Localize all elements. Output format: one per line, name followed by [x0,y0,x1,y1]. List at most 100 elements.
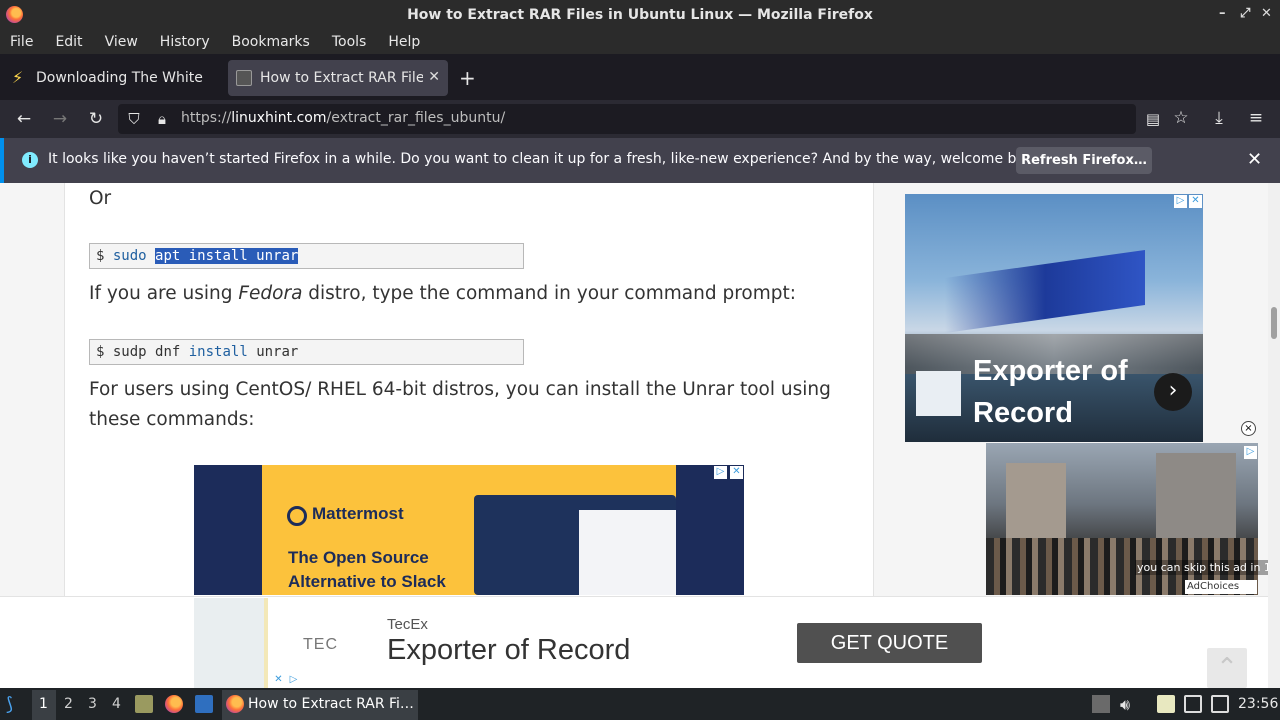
adchoices-label[interactable]: AdChoices [1185,580,1257,594]
updates-icon[interactable] [1092,695,1110,713]
adchoices-icon[interactable]: ▷ [1174,195,1187,208]
tab-extract-rar[interactable]: How to Extract RAR Files in Ubuntu Linux… [228,60,448,96]
menu-view[interactable]: View [105,34,138,50]
downloads-icon[interactable]: ⤓ [1208,108,1230,128]
site-favicon-icon [236,70,252,86]
shield-icon[interactable]: ⛉ [123,109,145,129]
skip-ad-text: you can skip this ad in 1 [1135,560,1273,575]
firefox-launcher-icon[interactable] [165,695,183,713]
url-path: /extract_rar_files_ubuntu/ [326,110,506,126]
workspace-4[interactable]: 4 [112,696,121,712]
code-command: sudo [112,248,147,264]
lock-icon[interactable]: 🔒︎ [151,109,173,129]
adchoices-icon[interactable]: ▷ [287,674,300,687]
file-manager-icon[interactable] [135,695,153,713]
ad-close-icon[interactable]: ✕ [1189,195,1202,208]
url-text[interactable]: https://linuxhint.com/extract_rar_files_… [181,110,505,126]
menu-tools[interactable]: Tools [332,34,367,50]
tab-downloading[interactable]: ⚡ Downloading The White House [4,60,224,96]
firefox-logo-icon [6,6,23,23]
code-argument: unrar [256,344,299,360]
tab-bar: ⚡ Downloading The White House How to Ext… [0,54,1280,100]
scroll-to-top-button[interactable]: ⌃ [1207,648,1247,688]
close-window-button[interactable]: ✕ [1261,6,1272,21]
menu-history[interactable]: History [160,34,210,50]
code-prompt: $ [96,248,105,264]
workspace-3[interactable]: 3 [88,696,97,712]
bottom-ad-spacer [194,598,264,688]
fedora-pre: If you are using [89,283,239,304]
code-command: sudp dnf [112,344,181,360]
ad-thumbnail [916,371,961,416]
ad-headline[interactable]: Exporter of Record [973,350,1153,434]
mattermost-headline-2: Alternative to Slack [288,572,446,591]
adchoices-icon[interactable]: ▷ [714,466,727,479]
reload-button[interactable]: ↻ [85,109,107,129]
start-menu-icon[interactable]: ⟆ [6,694,24,715]
menu-edit[interactable]: Edit [55,34,82,50]
mattermost-ad[interactable] [194,465,744,595]
code-block-apt: $ sudo apt install unrar [89,243,524,269]
code-block-dnf: $ sudp dnf install unrar [89,339,524,365]
display-icon[interactable] [1184,695,1202,713]
forward-button[interactable]: → [49,109,71,129]
adchoices-icon[interactable]: ▷ [1244,446,1257,459]
menu-bar: File Edit View History Bookmarks Tools H… [0,30,1280,54]
new-tab-button[interactable]: + [459,66,476,90]
info-icon: i [22,152,38,168]
scrollbar-thumb[interactable] [1271,307,1277,339]
code-selected-text: apt install unrar [155,248,299,264]
menu-file[interactable]: File [10,34,33,50]
truck-graphic [945,249,1145,334]
notification-message: It looks like you haven’t started Firefo… [48,151,1047,167]
tab-title: Downloading The White House [36,70,206,86]
url-scheme: https:// [181,110,232,126]
code-keyword: install [188,344,248,360]
taskbar-window-label: How to Extract RAR Fi… [248,696,414,712]
ad-close-icon[interactable]: ✕ [272,674,285,687]
back-button[interactable]: ← [13,109,35,129]
tecex-logo: TEC [303,636,338,653]
notes-icon[interactable] [1157,695,1175,713]
system-taskbar [0,688,1280,720]
terminal-icon[interactable] [195,695,213,713]
chevron-right-icon[interactable]: › [1154,373,1192,411]
mattermost-logo-icon [287,506,307,526]
or-text: Or [89,188,112,209]
mattermost-headline-1: The Open Source [288,548,429,567]
minimize-button[interactable]: – [1219,6,1226,21]
close-video-ad-icon[interactable]: × [1241,421,1256,436]
firefox-window-icon [226,695,244,713]
centos-paragraph-line1: For users using CentOS/ RHEL 64-bit dist… [89,379,831,400]
fedora-post: distro, type the command in your command… [302,283,796,304]
bookmark-star-icon[interactable]: ☆ [1170,108,1192,128]
app-screenshot-panel [579,510,676,595]
clock: 23:56 [1238,696,1279,712]
volume-icon[interactable]: 🔊︎ [1120,695,1138,714]
workspace-2[interactable]: 2 [64,696,73,712]
get-quote-button[interactable]: GET QUOTE [797,623,982,663]
reader-view-icon[interactable]: ▤ [1142,109,1164,129]
window-title: How to Extract RAR Files in Ubuntu Linux… [407,7,873,23]
centos-paragraph-line2: these commands: [89,409,255,430]
menu-bookmarks[interactable]: Bookmarks [232,34,310,50]
hamburger-menu-icon[interactable]: ≡ [1245,108,1267,128]
maximize-button[interactable]: ⤢ [1240,6,1250,21]
tab-title: How to Extract RAR Files in Ubuntu Linux [260,70,423,86]
url-domain: linuxhint.com [231,110,327,126]
menu-help[interactable]: Help [388,34,420,50]
close-notification-icon[interactable]: ✕ [1247,149,1262,170]
window-titlebar: How to Extract RAR Files in Ubuntu Linux… [0,0,1280,30]
refresh-firefox-button[interactable]: Refresh Firefox… [1016,147,1152,174]
close-tab-icon[interactable]: ✕ [428,69,440,85]
workspace-1[interactable]: 1 [39,696,48,712]
lightning-icon: ⚡ [12,68,24,87]
network-icon[interactable] [1211,695,1229,713]
tecex-headline[interactable]: Exporter of Record [387,634,630,667]
mattermost-logo-text: Mattermost [312,504,404,523]
page-scrollbar[interactable] [1268,183,1280,688]
code-prompt: $ [96,344,105,360]
tecex-company: TecEx [387,616,428,633]
fedora-paragraph: If you are using Fedora distro, type the… [89,279,796,309]
ad-close-icon[interactable]: ✕ [730,466,743,479]
